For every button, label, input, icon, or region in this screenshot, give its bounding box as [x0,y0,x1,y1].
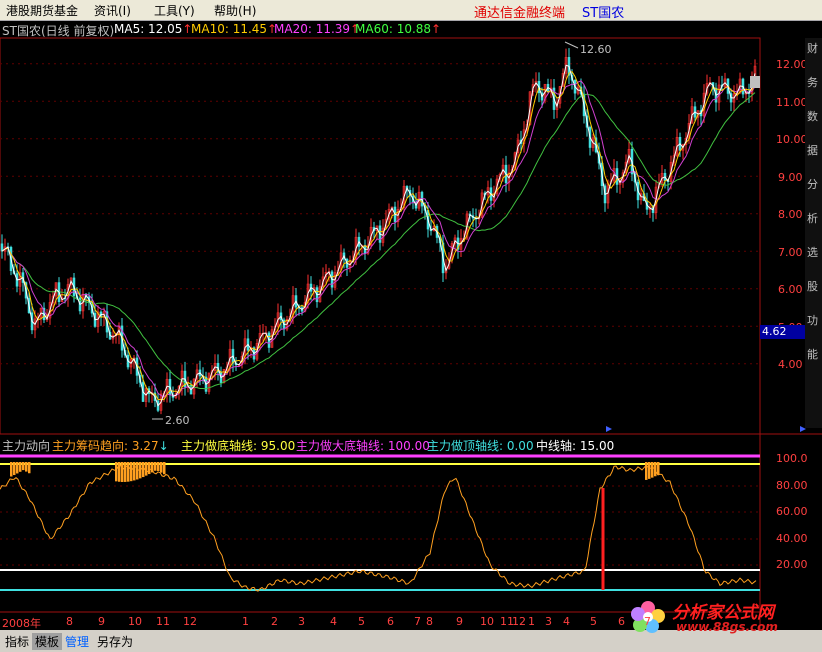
time-tick: 4 [563,615,570,628]
indicator-trend: 主力筹码趋向: 3.27↓ [52,439,169,453]
finance-side-tab[interactable] [805,38,822,428]
side-tab-char: 数 [807,110,818,123]
time-tick: 6 [618,615,625,628]
ind-tick-60: 60.00 [776,505,808,518]
time-tick: 1 [528,615,535,628]
stock-title: ST国农 [582,6,625,21]
ind-tick-40: 40.00 [776,532,808,545]
time-tick: 10 [128,615,142,628]
site-logo: 分析家公式网 www.88gs.com [628,598,818,634]
time-tick: 1 [242,615,249,628]
indicator-mid-line: 中线轴: 15.00 [536,439,615,453]
time-tick: 12 [512,615,526,628]
side-tab-char: 股 [807,280,818,293]
side-tab-char: 析 [807,212,818,225]
side-tab-char: 务 [807,76,818,89]
high-annotation: 12.60 [580,43,612,56]
time-tick: 5 [590,615,597,628]
side-tab-char: 分 [807,178,818,191]
menu-bar: 港股期货基金 资讯(I) 工具(Y) 帮助(H) 通达信金融终端 ST国农 [0,0,822,21]
time-tick: 3 [545,615,552,628]
app-brand: 通达信金融终端 [474,6,566,21]
tab-save-as[interactable]: 另存为 [94,633,136,650]
time-tick: 7 [644,615,651,628]
time-tick: 3 [298,615,305,628]
ind-tick-100: 100.0 [776,452,808,465]
time-tick: 6 [387,615,394,628]
menu-help[interactable]: 帮助(H) [214,2,256,19]
ma60-label: MA60: 10.88↑ [355,22,442,36]
ma10-label: MA10: 11.45↑ [191,22,278,36]
kline-chart[interactable]: 12.60 2.60 [0,0,822,652]
time-tick: 7 [414,615,421,628]
indicator-top-line: 主力做顶轴线: 0.00 [427,439,534,453]
menu-tools[interactable]: 工具(Y) [154,2,195,19]
time-tick: 11 [156,615,170,628]
side-tab-char: 据 [807,144,818,157]
tab-template[interactable]: 模板 [32,633,63,650]
time-tick: 10 [480,615,494,628]
ma5-label: MA5: 12.05↑ [114,22,193,36]
side-tab-char: 选 [807,246,818,259]
indicator-bottom-line: 主力做底轴线: 95.00 [181,439,296,453]
side-tab-char: 功 [807,314,818,327]
time-tick: 9 [456,615,463,628]
tab-manage[interactable]: 管理 [62,633,92,650]
time-tick: 8 [426,615,433,628]
chart-title: ST国农(日线 前复权) [2,24,115,38]
low-annotation: 2.60 [165,414,190,427]
ind-tick-80: 80.00 [776,479,808,492]
time-tick: 4 [330,615,337,628]
menu-hk-futures[interactable]: 港股期货基金 [6,2,78,19]
current-price-marker: 4.62 [760,325,806,339]
time-tick: 8 [66,615,73,628]
side-tab-char: 财 [807,42,818,55]
ma20-label: MA20: 11.39↑ [274,22,361,36]
side-tab-char: 能 [807,348,818,361]
indicator-name: 主力动向 [2,439,51,453]
tab-indicator[interactable]: 指标 [2,633,32,650]
time-tick: 9 [98,615,105,628]
time-tick: 2008年 [2,617,41,630]
indicator-big-bottom: 主力做大底轴线: 100.00 [296,439,430,453]
ind-tick-20: 20.00 [776,558,808,571]
time-tick: 2 [271,615,278,628]
time-tick: 12 [183,615,197,628]
time-tick: 5 [358,615,365,628]
menu-info[interactable]: 资讯(I) [94,2,131,19]
